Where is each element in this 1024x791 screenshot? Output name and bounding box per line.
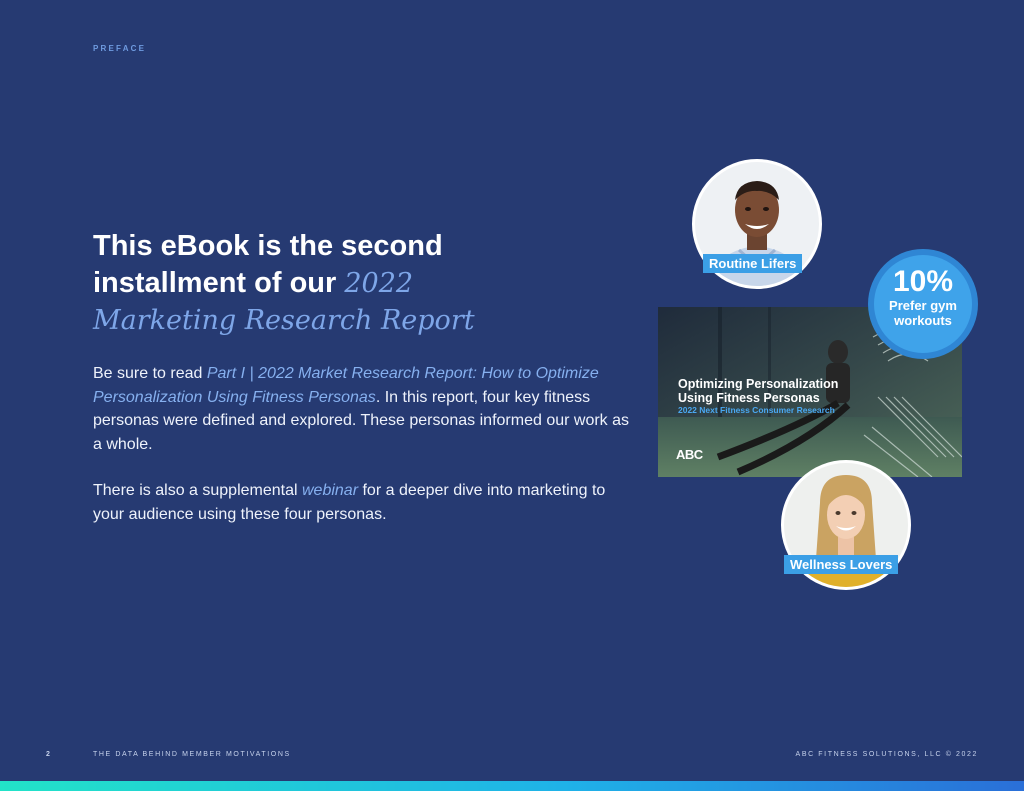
cover-title: Optimizing Personalization Using Fitness… — [678, 377, 878, 405]
headline-line1: This eBook is the second — [93, 230, 443, 262]
page-number: 2 — [46, 751, 50, 758]
abc-logo: ABC — [676, 447, 703, 462]
page: PREFACE This eBook is the second install… — [0, 0, 1024, 791]
section-label: PREFACE — [93, 44, 147, 53]
persona-tag-wellness-lovers: Wellness Lovers — [784, 555, 899, 574]
cover-title-line2: Using Fitness Personas — [678, 391, 820, 405]
webinar-link[interactable]: webinar — [302, 482, 358, 499]
stat-badge: 10% Prefer gym workouts — [874, 255, 972, 353]
headline-line2-prefix: installment of our — [93, 267, 345, 299]
stat-label-line1: Prefer gym — [889, 298, 957, 313]
paragraph-2: There is also a supplemental webinar for… — [93, 479, 633, 526]
cover-subtitle: 2022 Next Fitness Consumer Research — [678, 405, 835, 415]
bottom-gradient-bar — [0, 781, 1024, 791]
body-text: Be sure to read Part I | 2022 Market Res… — [93, 362, 633, 549]
p1-prefix: Be sure to read — [93, 365, 207, 382]
stat-label-line2: workouts — [894, 313, 952, 328]
stat-value: 10% — [892, 265, 954, 298]
headline-report-title: Marketing Research Report — [93, 305, 475, 336]
persona-tag-routine-lifers: Routine Lifers — [703, 254, 803, 273]
cover-title-line1: Optimizing Personalization — [678, 377, 839, 391]
paragraph-1: Be sure to read Part I | 2022 Market Res… — [93, 362, 633, 456]
footer-title: THE DATA BEHIND MEMBER MOTIVATIONS — [93, 751, 291, 758]
headline-year: 2022 — [344, 268, 414, 299]
p2-prefix: There is also a supplemental — [93, 482, 302, 499]
headline: This eBook is the second installment of … — [93, 228, 553, 339]
footer-copyright: ABC FITNESS SOLUTIONS, LLC © 2022 — [795, 751, 978, 758]
